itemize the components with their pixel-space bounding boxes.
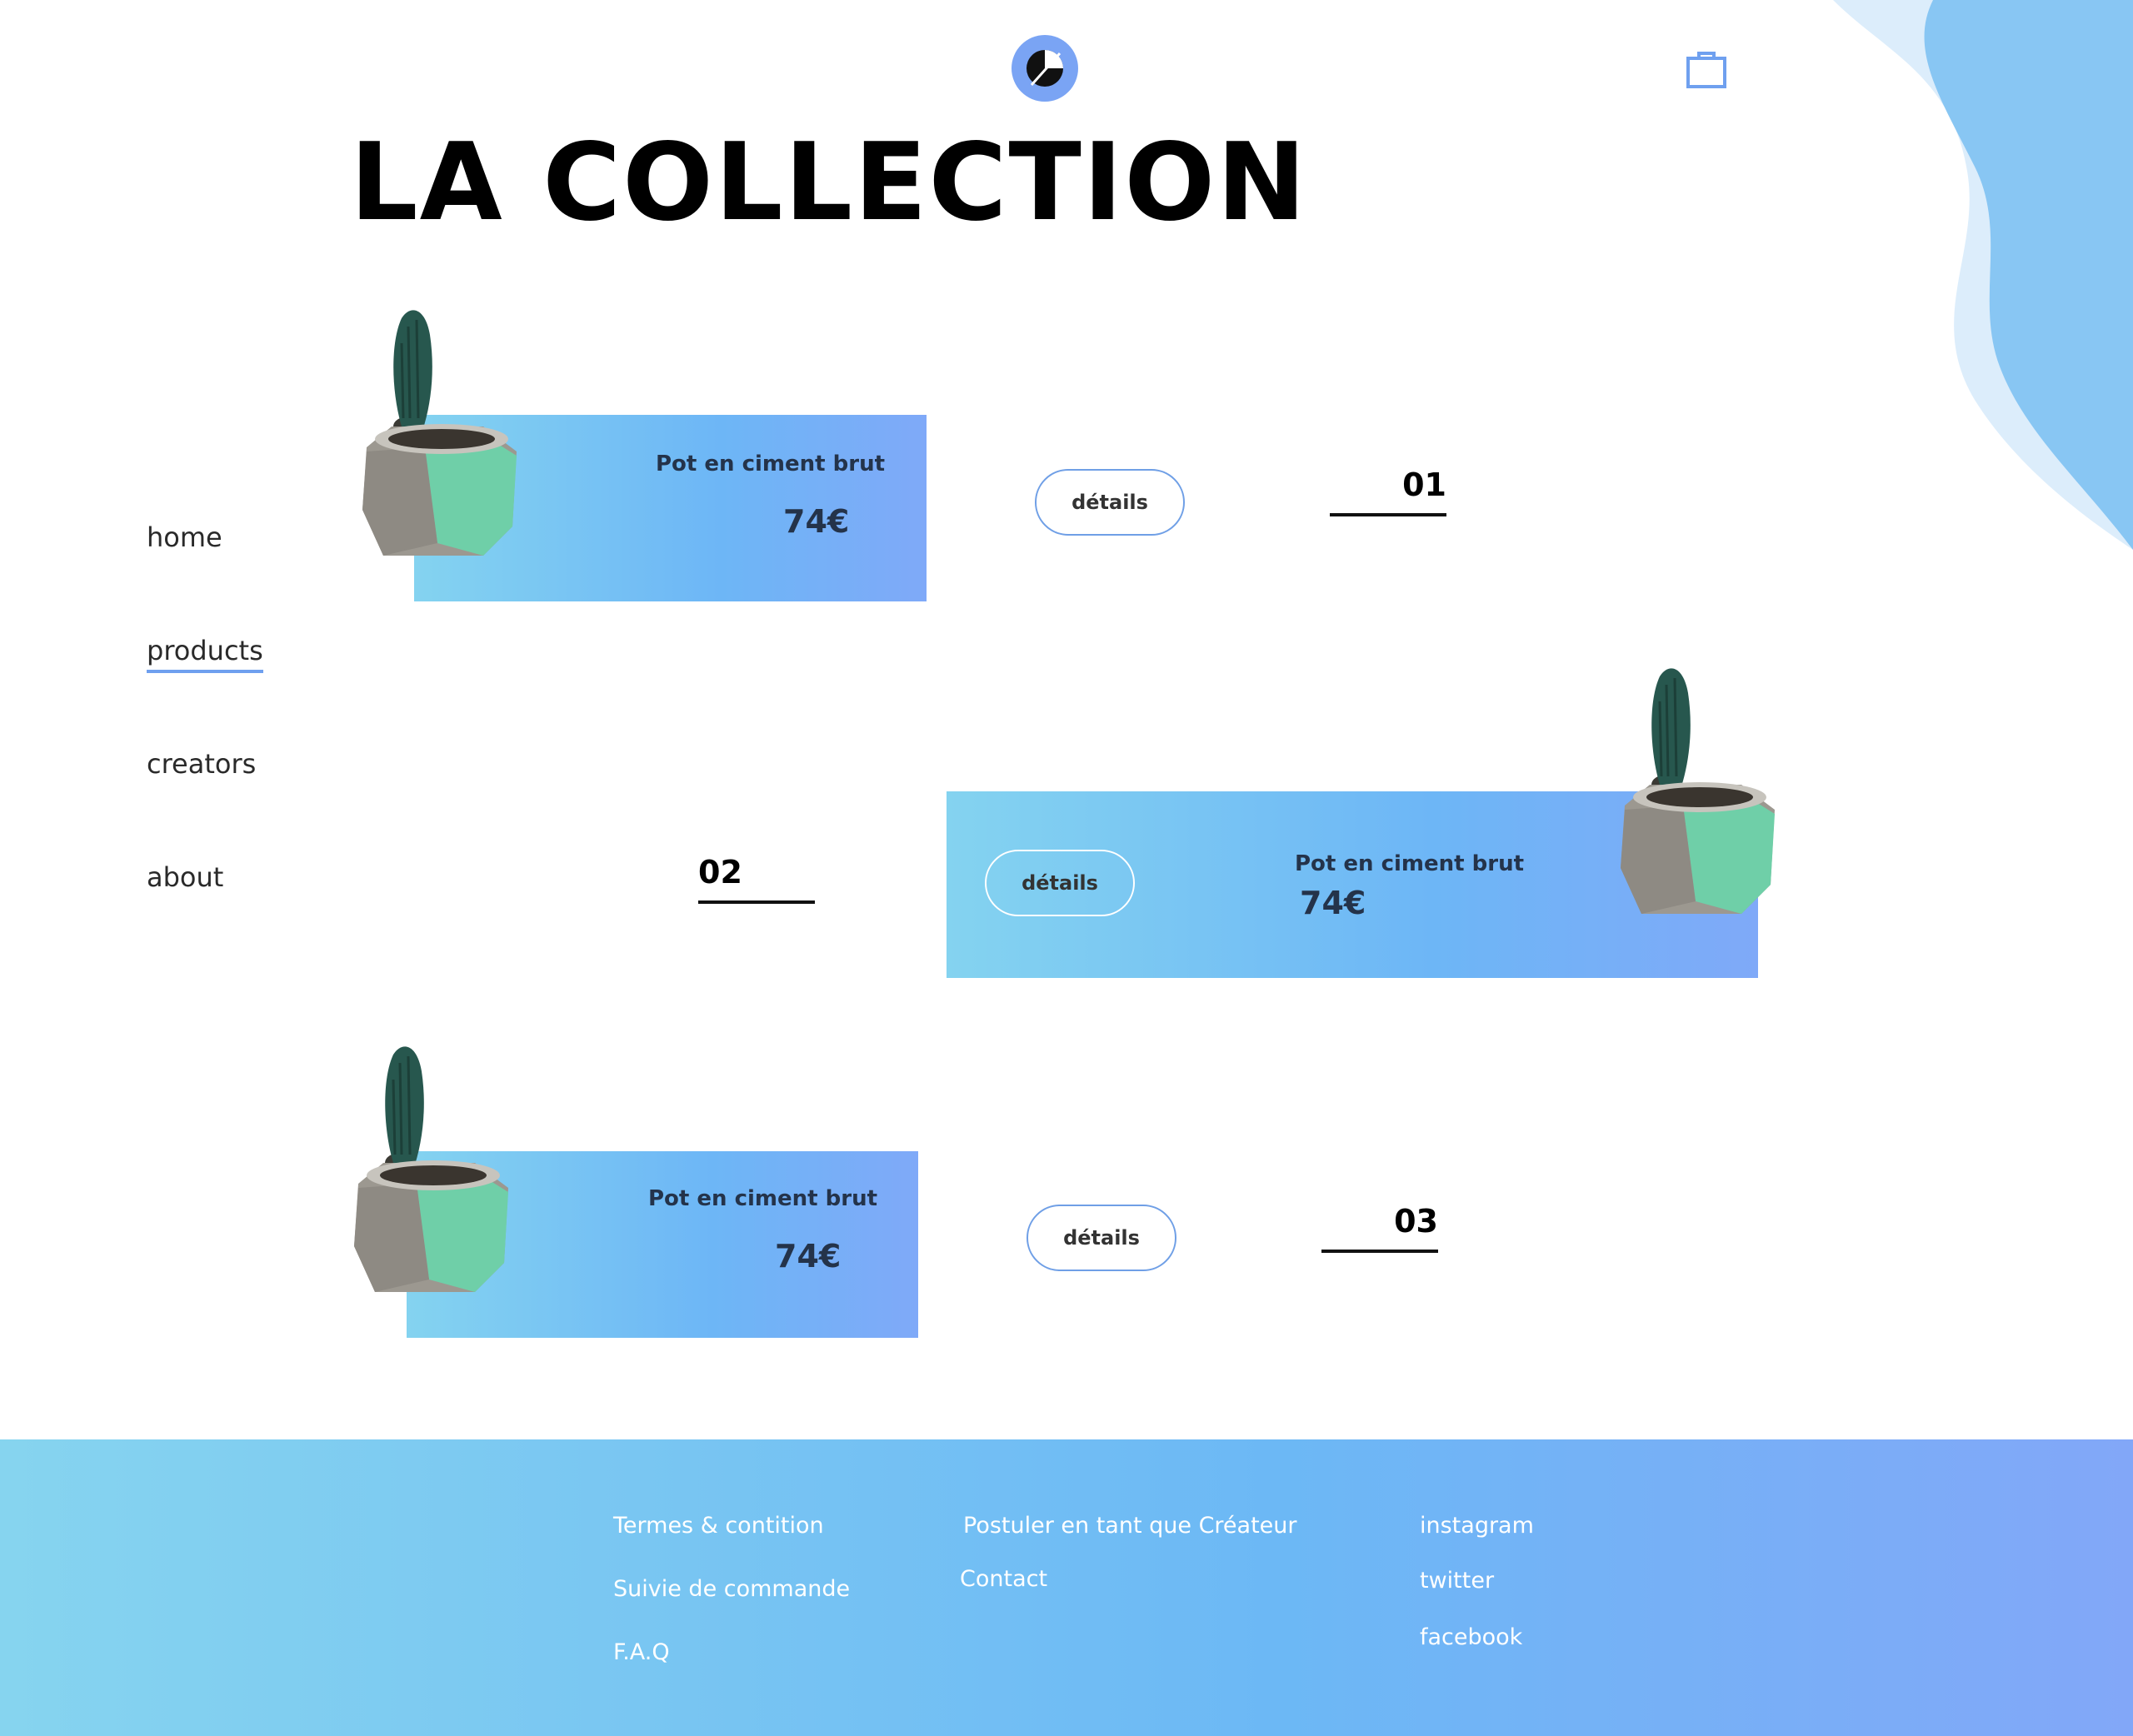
footer-link-apply-creator[interactable]: Postuler en tant que Créateur — [963, 1513, 1297, 1539]
product-name: Pot en ciment brut — [656, 451, 886, 476]
footer-link-facebook[interactable]: facebook — [1420, 1624, 1522, 1650]
decorative-wave-shape — [1833, 0, 2133, 550]
page-title: LA COLLECTION — [350, 121, 1308, 245]
details-button[interactable]: détails — [1035, 469, 1185, 536]
shopping-bag-icon[interactable] — [1685, 47, 1728, 90]
nav-item-creators[interactable]: creators — [147, 748, 256, 780]
product-number: 01 — [1330, 466, 1446, 516]
product-price: 74€ — [775, 1238, 842, 1275]
cactus-pot-image — [1619, 666, 1776, 915]
footer-link-instagram[interactable]: instagram — [1420, 1513, 1534, 1539]
footer-link-twitter[interactable]: twitter — [1420, 1568, 1494, 1594]
details-button[interactable]: détails — [1027, 1205, 1176, 1271]
product-name: Pot en ciment brut — [1295, 851, 1525, 876]
nav-item-about[interactable]: about — [147, 861, 223, 893]
details-button[interactable]: détails — [985, 850, 1135, 916]
brand-logo-icon[interactable] — [1012, 35, 1078, 102]
footer-link-faq[interactable]: F.A.Q — [613, 1639, 670, 1665]
product-price: 74€ — [783, 503, 850, 540]
footer-link-contact[interactable]: Contact — [960, 1566, 1047, 1592]
cactus-pot-image — [352, 1045, 510, 1294]
footer-link-terms[interactable]: Termes & contition — [613, 1513, 824, 1539]
footer-link-order-tracking[interactable]: Suivie de commande — [613, 1576, 850, 1602]
product-name: Pot en ciment brut — [648, 1186, 878, 1211]
cactus-pot-image — [361, 308, 518, 557]
nav-item-home[interactable]: home — [147, 521, 222, 553]
product-number: 03 — [1321, 1203, 1438, 1253]
product-price: 74€ — [1300, 885, 1366, 921]
product-number: 02 — [698, 854, 815, 904]
nav-item-products[interactable]: products — [147, 635, 263, 673]
site-footer: Termes & contition Suivie de commande F.… — [0, 1439, 2133, 1736]
